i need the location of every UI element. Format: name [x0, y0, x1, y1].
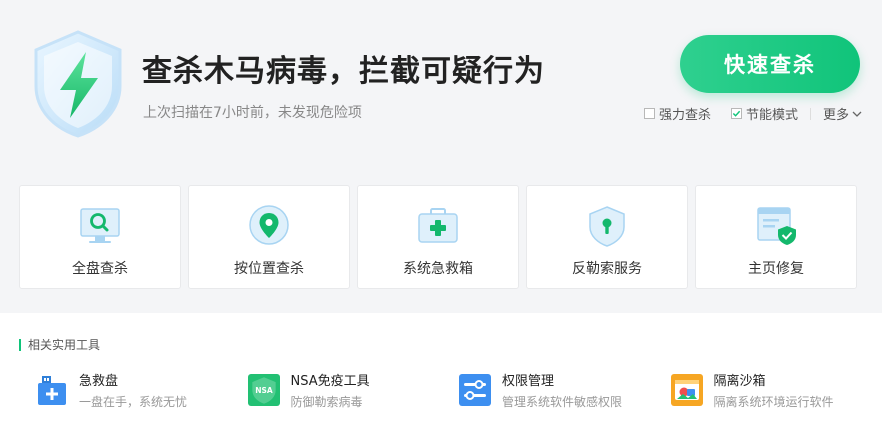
scan-options: 强力查杀 节能模式 更多 — [644, 104, 862, 123]
power-save-label: 节能模式 — [746, 108, 799, 123]
strong-scan-checkbox[interactable] — [644, 108, 655, 119]
check-icon — [732, 110, 741, 117]
rescue-usb-icon — [38, 376, 66, 405]
sandbox-icon — [670, 374, 703, 406]
page-headline: 查杀木马病毒，拦截可疑行为 — [142, 54, 545, 89]
tools-section-title: 相关实用工具 — [19, 336, 100, 353]
tool-name: 急救盘 — [79, 374, 119, 389]
strong-scan-option[interactable]: 强力查杀 — [644, 104, 711, 123]
tool-description: 隔离系统环境运行软件 — [713, 395, 834, 409]
tool-description: 一盘在手，系统无忧 — [79, 395, 188, 409]
tool-name: NSA免疫工具 — [290, 374, 370, 389]
tool-nsa-immune[interactable]: NSA NSA免疫工具 防御勒索病毒 — [247, 374, 460, 410]
location-pin-icon — [249, 205, 289, 245]
card-label: 主页修复 — [748, 261, 804, 277]
card-label: 系统急救箱 — [403, 261, 473, 277]
homepage-repair-icon — [757, 207, 796, 245]
more-label: 更多 — [823, 108, 850, 123]
card-homepage-repair[interactable]: 主页修复 — [695, 185, 857, 289]
tool-name: 隔离沙箱 — [713, 374, 766, 389]
tool-sandbox[interactable]: 隔离沙箱 隔离系统环境运行软件 — [670, 374, 882, 410]
nsa-shield-icon: NSA — [247, 374, 280, 406]
card-anti-ransom[interactable]: 反勒索服务 — [526, 185, 688, 289]
strong-scan-label: 强力查杀 — [659, 108, 712, 123]
card-label: 全盘查杀 — [72, 261, 128, 277]
quick-scan-button[interactable]: 快速查杀 — [680, 35, 860, 93]
card-first-aid[interactable]: 系统急救箱 — [357, 185, 519, 289]
power-save-option[interactable]: 节能模式 — [731, 104, 798, 123]
scan-mode-cards: 全盘查杀 按位置查杀 系统急救箱 反勒索服务 主页修复 — [19, 185, 864, 289]
tool-description: 防御勒索病毒 — [290, 395, 363, 409]
tool-rescue-disk[interactable]: 急救盘 一盘在手，系统无忧 — [36, 374, 248, 410]
shield-lock-icon — [589, 206, 625, 247]
first-aid-kit-icon — [418, 208, 458, 243]
lightning-shield-icon — [34, 30, 122, 138]
more-dropdown[interactable]: 更多 — [823, 104, 862, 123]
card-location-scan[interactable]: 按位置查杀 — [188, 185, 350, 289]
scan-panel: 查杀木马病毒，拦截可疑行为 上次扫描在7小时前，未发现危险项 快速查杀 强力查杀… — [0, 0, 882, 313]
tool-name: 权限管理 — [502, 374, 555, 389]
monitor-search-icon — [80, 208, 120, 243]
title-accent-bar — [19, 338, 21, 351]
card-label: 按位置查杀 — [234, 261, 304, 277]
tools-list: 急救盘 一盘在手，系统无忧 NSA NSA免疫工具 防御勒索病毒 权限管理 管理… — [36, 374, 882, 410]
last-scan-status: 上次扫描在7小时前，未发现危险项 — [143, 105, 362, 121]
card-label: 反勒索服务 — [572, 261, 642, 277]
card-full-scan[interactable]: 全盘查杀 — [19, 185, 181, 289]
nsa-badge-text: NSA — [255, 386, 273, 395]
tool-description: 管理系统软件敏感权限 — [502, 395, 623, 409]
tool-permission-manager[interactable]: 权限管理 管理系统软件敏感权限 — [459, 374, 671, 410]
power-save-checkbox[interactable] — [731, 108, 743, 119]
permission-sliders-icon — [459, 374, 491, 406]
tools-title-text: 相关实用工具 — [28, 338, 101, 352]
chevron-down-icon — [852, 111, 862, 117]
divider — [810, 107, 812, 120]
